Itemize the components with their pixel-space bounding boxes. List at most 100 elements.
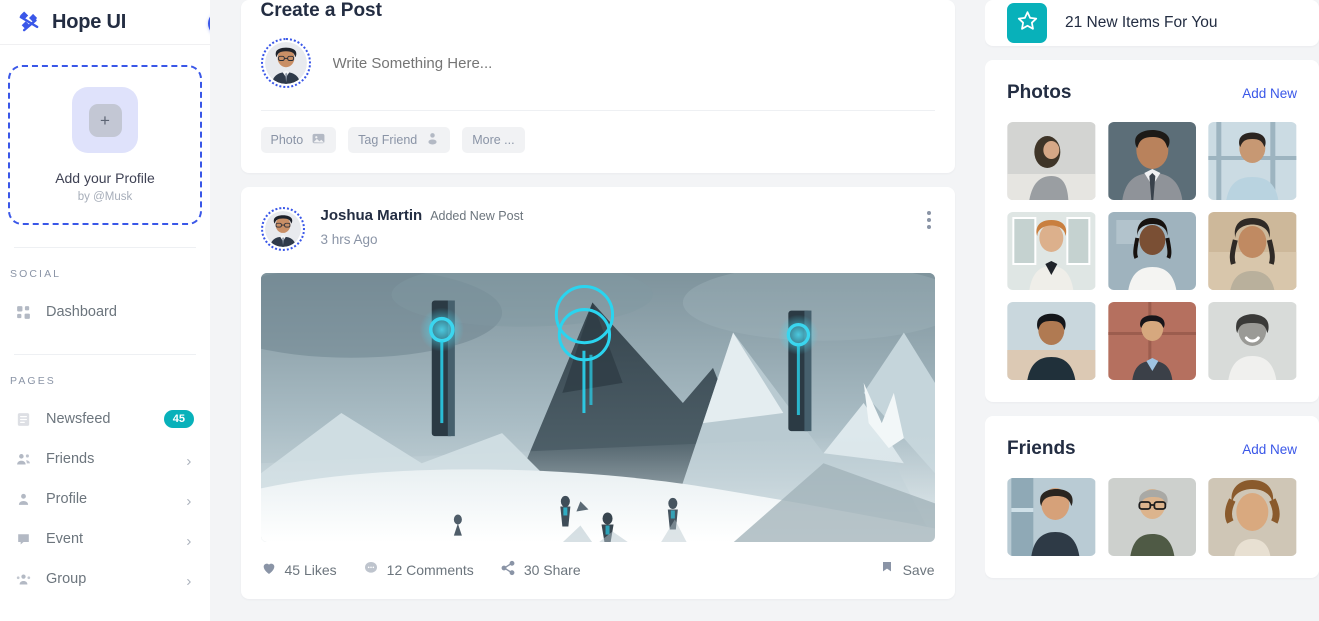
share-label: 30 Share <box>523 561 581 578</box>
photo-9[interactable] <box>1208 302 1297 380</box>
post-stats: 45 Likes 12 Comments 30 Share Save <box>261 542 935 579</box>
share-icon <box>500 560 516 579</box>
post-name-row: Joshua Martin Added New Post <box>321 207 907 224</box>
friends-card: Friends Add New <box>985 416 1319 578</box>
tag-friend-label: Tag Friend <box>358 133 418 147</box>
save-label: Save <box>902 561 935 578</box>
friend-1[interactable] <box>1007 478 1096 556</box>
photo-button[interactable]: Photo <box>260 127 337 153</box>
add-profile-card[interactable]: + Add your Profile by @Musk <box>8 65 202 225</box>
create-post-actions: Photo Tag Friend More ... <box>260 111 935 153</box>
add-profile-title: Add your Profile <box>55 170 155 186</box>
photos-add-new-link[interactable]: Add New <box>1242 86 1297 101</box>
friends-header: Friends Add New <box>985 416 1319 478</box>
brand-title: Hope UI <box>52 10 127 33</box>
sidebar-divider-top <box>14 247 196 248</box>
more-button[interactable]: More ... <box>462 127 525 153</box>
sidebar-item-group[interactable]: Group <box>0 559 210 599</box>
likes-label: 45 Likes <box>284 561 337 578</box>
right-panel: 21 New Items For You Photos Add New Frie… <box>985 0 1319 621</box>
like-icon <box>261 560 277 579</box>
post-author-avatar[interactable] <box>260 207 305 251</box>
right-panel-inner: 21 New Items For You Photos Add New Frie… <box>985 0 1319 578</box>
sidebar-item-label: Dashboard <box>46 304 117 320</box>
chevron-right-icon <box>184 574 194 586</box>
more-vertical-icon-dot <box>926 218 931 222</box>
photo-3[interactable] <box>1208 122 1297 200</box>
post-author-name: Joshua Martin <box>320 207 423 224</box>
newsfeed-icon <box>14 410 32 428</box>
person-icon <box>425 131 440 149</box>
star-icon <box>1017 10 1038 36</box>
photo-4[interactable] <box>1007 212 1096 290</box>
main-content: Create a Post Write Something Here... Ph… <box>210 0 985 621</box>
chevron-right-icon <box>184 454 194 466</box>
post-menu-button[interactable] <box>923 207 935 233</box>
avatar-image <box>264 42 307 84</box>
sidebar-item-profile[interactable]: Profile <box>0 479 210 519</box>
create-post-title: Create a Post <box>260 0 382 21</box>
more-label: More ... <box>472 133 515 147</box>
photo-label: Photo <box>270 133 304 147</box>
sidebar-divider-mid <box>14 354 196 355</box>
chevron-right-icon <box>184 534 194 546</box>
friends-icon <box>14 450 32 468</box>
post-header: Joshua Martin Added New Post 3 hrs Ago <box>260 207 935 251</box>
app-root: Hope UI + Add your Profile by @Musk SOCI… <box>0 0 1319 621</box>
feed-column: Create a Post Write Something Here... Ph… <box>240 0 955 621</box>
sidebar-group-social-label: SOCIAL <box>10 268 62 280</box>
more-vertical-icon-dot <box>926 225 931 229</box>
newsfeed-badge: 45 <box>163 409 194 429</box>
friends-title: Friends <box>1007 438 1076 459</box>
share-stat[interactable]: 30 Share <box>500 560 581 579</box>
more-vertical-icon-dot <box>926 211 931 215</box>
sidebar-item-label: Newsfeed <box>46 411 111 427</box>
photo-7[interactable] <box>1007 302 1096 380</box>
right-panel-spacer-2 <box>985 402 1319 416</box>
sidebar-item-dashboard[interactable]: Dashboard <box>0 292 210 332</box>
sidebar-item-friends[interactable]: Friends <box>0 439 210 479</box>
hope-ui-logo-icon <box>16 9 42 35</box>
star-icon-box <box>1007 3 1047 43</box>
friend-3[interactable] <box>1208 478 1297 556</box>
likes-stat[interactable]: 45 Likes <box>261 560 337 579</box>
friend-2[interactable] <box>1107 478 1197 556</box>
post-meta: Joshua Martin Added New Post 3 hrs Ago <box>321 207 907 247</box>
sidebar-item-event[interactable]: Event <box>0 519 210 559</box>
photos-grid <box>985 122 1319 402</box>
comment-icon <box>363 560 379 579</box>
photo-8[interactable] <box>1107 302 1197 380</box>
save-button[interactable]: Save <box>879 560 935 579</box>
photos-card: Photos Add New <box>985 60 1319 402</box>
post-author-avatar-image <box>264 211 301 247</box>
sidebar-item-label: Event <box>46 531 84 547</box>
sidebar-item-newsfeed[interactable]: Newsfeed 45 <box>0 399 210 439</box>
avatar[interactable] <box>260 38 311 88</box>
tag-friend-button[interactable]: Tag Friend <box>348 127 451 153</box>
photo-6[interactable] <box>1208 212 1297 290</box>
photo-5[interactable] <box>1107 212 1197 290</box>
post-action-text: Added New Post <box>430 209 524 223</box>
sidebar-group-pages-label: PAGES <box>10 375 56 387</box>
sidebar-header: Hope UI <box>0 0 210 45</box>
photo-2[interactable] <box>1107 122 1197 200</box>
post-image[interactable] <box>260 273 935 542</box>
sidebar: Hope UI + Add your Profile by @Musk SOCI… <box>0 0 210 621</box>
comments-stat[interactable]: 12 Comments <box>363 560 474 579</box>
image-icon <box>311 131 326 149</box>
create-post-card: Create a Post Write Something Here... Ph… <box>240 0 955 173</box>
friends-add-new-link[interactable]: Add New <box>1242 442 1297 457</box>
event-icon <box>14 530 32 548</box>
new-items-banner[interactable]: 21 New Items For You <box>985 0 1319 46</box>
plus-icon: + <box>88 103 122 137</box>
create-post-input[interactable] <box>332 54 935 72</box>
photos-header: Photos Add New <box>985 60 1319 122</box>
sidebar-item-label: Profile <box>46 491 88 507</box>
sidebar-item-label: Group <box>46 571 87 587</box>
photos-title: Photos <box>1007 82 1072 103</box>
post-card: Joshua Martin Added New Post 3 hrs Ago 4… <box>240 187 955 599</box>
chevron-right-icon <box>184 494 194 506</box>
sidebar-item-label: Friends <box>46 451 95 467</box>
photo-1[interactable] <box>1007 122 1096 200</box>
new-items-text: 21 New Items For You <box>1065 14 1218 31</box>
